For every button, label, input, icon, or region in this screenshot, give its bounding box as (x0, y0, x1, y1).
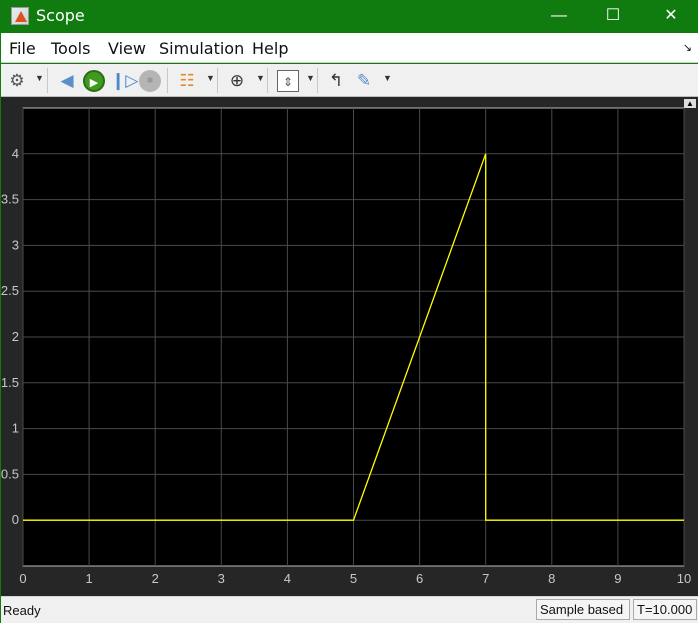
y-tick-label: 2 (12, 329, 19, 344)
x-tick-label: 8 (548, 571, 555, 586)
y-tick-label: 3.5 (1, 192, 19, 207)
y-tick-label: 1.5 (1, 375, 19, 390)
time-indicator: T=10.000 (633, 599, 697, 620)
x-tick-label: 9 (614, 571, 621, 586)
x-tick-label: 3 (218, 571, 225, 586)
x-tick-label: 10 (677, 571, 691, 586)
x-tick-label: 7 (482, 571, 489, 586)
y-tick-label: 4 (12, 146, 19, 161)
y-tick-label: 0.5 (1, 466, 19, 481)
y-tick-label: 2.5 (1, 283, 19, 298)
y-tick-label: 3 (12, 237, 19, 252)
x-tick-label: 2 (152, 571, 159, 586)
x-tick-label: 1 (85, 571, 92, 586)
y-tick-label: 0 (12, 512, 19, 527)
x-tick-label: 5 (350, 571, 357, 586)
x-tick-label: 6 (416, 571, 423, 586)
x-tick-label: 4 (284, 571, 291, 586)
scope-axes: 0 1 2 3 4 5 6 7 8 9 10 0 0.5 1 1.5 2 2.5 3 3.5 4 (1, 107, 691, 586)
sample-mode-indicator: Sample based (536, 599, 630, 620)
y-tick-label: 1 (12, 421, 19, 436)
x-tick-label: 0 (19, 571, 26, 586)
scope-window: Scope — ☐ ✕ File Tools View Simulation H… (1, 0, 698, 623)
status-bar: Ready Sample based T=10.000 (1, 596, 698, 623)
status-text: Ready (3, 603, 41, 618)
